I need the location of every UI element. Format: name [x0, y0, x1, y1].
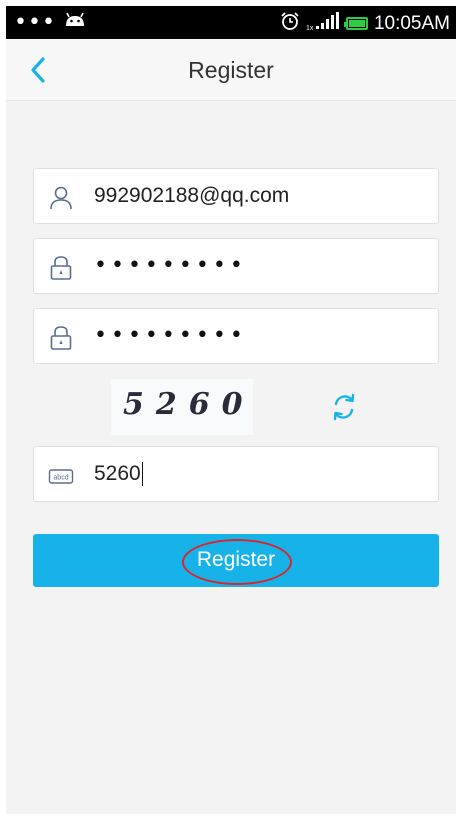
android-icon [64, 12, 86, 33]
annotation-circle [182, 539, 292, 585]
signal-icon: 1x [306, 11, 340, 36]
refresh-icon [333, 393, 355, 421]
captcha-image: 5260 [111, 379, 253, 435]
captcha-input[interactable]: abcd 5260 [33, 446, 439, 502]
confirm-password-mask: ••••••••• [94, 323, 247, 348]
captcha-field-icon-text: abcd [53, 475, 68, 482]
lock-icon [48, 255, 74, 281]
phone-screen: ••• 1x 10:05AM Register 992902188@qq.com… [6, 6, 456, 814]
page-title: Register [188, 57, 274, 83]
status-time: 10:05AM [373, 12, 450, 34]
battery-icon [343, 17, 368, 30]
keyboard-icon: abcd [48, 463, 74, 489]
text-caret [141, 462, 143, 487]
refresh-captcha-button[interactable] [330, 391, 358, 423]
captcha-image-text: 5260 [123, 387, 255, 422]
nav-bar: Register [6, 39, 456, 101]
status-bar: ••• 1x 10:05AM [6, 6, 456, 39]
captcha-input-value: 5260 [94, 462, 141, 485]
password-mask: ••••••••• [94, 253, 247, 278]
user-icon [48, 185, 74, 211]
lock-icon [48, 325, 74, 351]
notification-dots: ••• [14, 9, 56, 35]
svg-text:1x: 1x [306, 25, 314, 31]
alarm-icon [280, 11, 300, 36]
email-field[interactable]: 992902188@qq.com [33, 168, 439, 224]
email-value: 992902188@qq.com [94, 184, 290, 207]
register-button[interactable]: Register [33, 534, 439, 587]
confirm-password-field[interactable]: ••••••••• [33, 308, 439, 364]
password-field[interactable]: ••••••••• [33, 238, 439, 294]
